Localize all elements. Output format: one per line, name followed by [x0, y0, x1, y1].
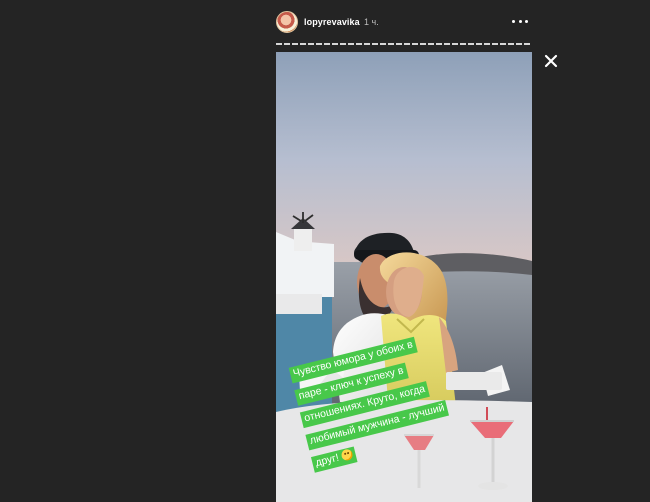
story-timestamp: 1 ч.: [364, 17, 379, 27]
close-icon[interactable]: [543, 53, 559, 69]
more-options-icon[interactable]: [512, 15, 528, 27]
avatar[interactable]: [276, 11, 298, 33]
more-dot: [512, 19, 515, 23]
more-dot: [518, 19, 522, 23]
story-photo[interactable]: [276, 52, 532, 502]
username-link[interactable]: lopyrevavika: [304, 17, 360, 27]
story-progress-bar: [276, 43, 532, 45]
story-viewer: lopyrevavika 1 ч. Чувство юмора у обоих …: [0, 0, 650, 502]
more-dot: [525, 19, 528, 23]
story-header: lopyrevavika 1 ч.: [276, 8, 532, 36]
